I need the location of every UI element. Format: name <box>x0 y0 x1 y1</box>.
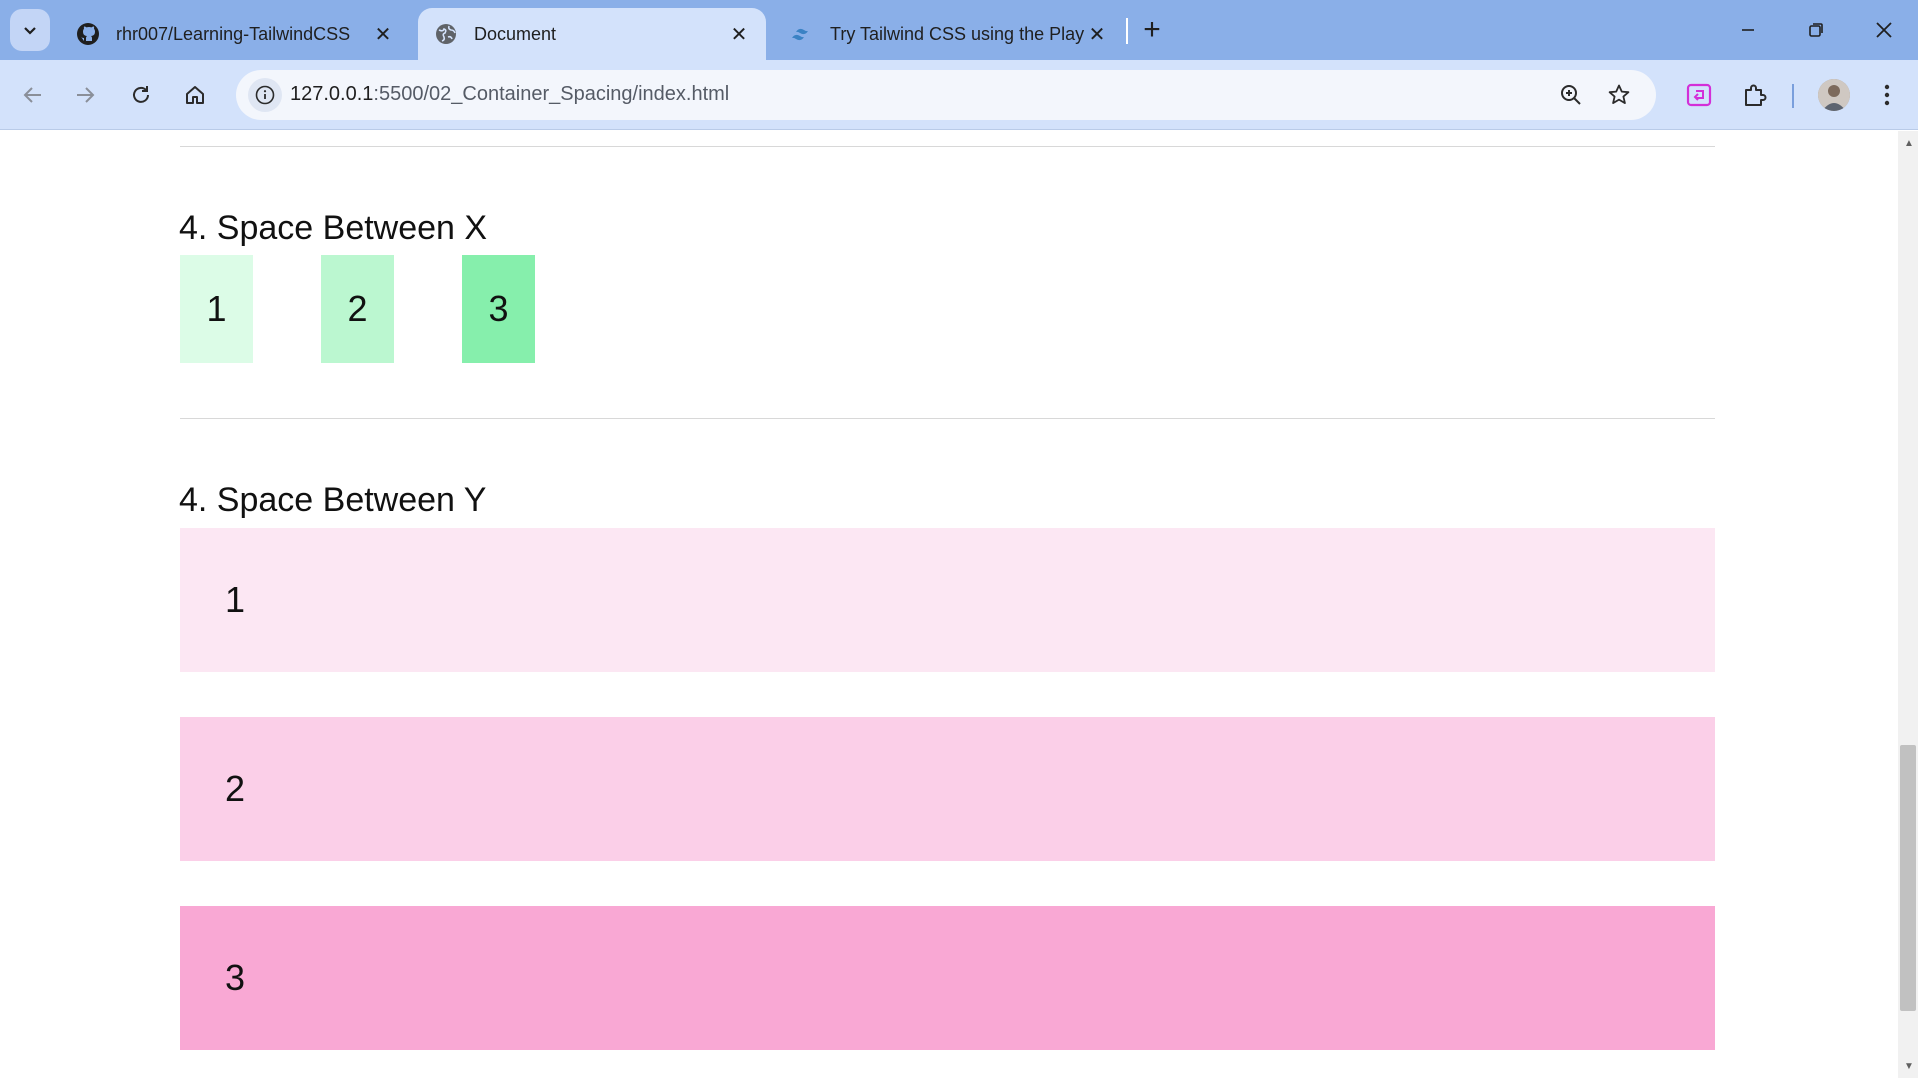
forward-button[interactable] <box>66 76 104 114</box>
section-title-space-y: 4. Space Between Y <box>179 481 487 519</box>
bookmark-button[interactable] <box>1604 80 1634 110</box>
scrollbar-thumb[interactable] <box>1900 745 1916 1011</box>
zoom-button[interactable] <box>1556 80 1586 110</box>
toolbar-divider <box>1792 84 1794 108</box>
extensions-button[interactable] <box>1736 76 1774 114</box>
url-host: 127.0.0.1 <box>290 83 374 105</box>
tab-search-button[interactable] <box>10 9 50 51</box>
plus-icon: + <box>1143 13 1161 46</box>
tailwind-icon <box>790 22 814 46</box>
space-y-box: 2 <box>180 717 1715 861</box>
close-icon <box>1876 22 1892 38</box>
arrow-right-icon <box>77 87 95 103</box>
globe-icon <box>434 22 458 46</box>
tab-title: Document <box>474 23 557 44</box>
url-text[interactable]: 127.0.0.1:5500/02_Container_Spacing/inde… <box>290 83 729 106</box>
info-icon <box>255 85 275 105</box>
back-button[interactable] <box>14 76 52 114</box>
space-y-box: 1 <box>180 528 1715 672</box>
reload-icon <box>133 86 149 103</box>
minimize-button[interactable] <box>1714 0 1782 60</box>
space-x-box: 2 <box>321 255 394 363</box>
close-tab-icon[interactable]: ✕ <box>372 23 394 46</box>
site-info-button[interactable] <box>248 78 282 112</box>
minimize-icon <box>1742 29 1754 31</box>
menu-button[interactable] <box>1868 76 1906 114</box>
star-icon <box>1608 84 1630 104</box>
home-button[interactable] <box>176 76 214 114</box>
space-x-box: 3 <box>462 255 535 363</box>
tab-separator <box>1126 18 1128 44</box>
close-tab-icon[interactable]: ✕ <box>1086 23 1108 46</box>
space-x-box: 1 <box>180 255 253 363</box>
avatar-icon <box>1818 79 1850 111</box>
space-y-box: 3 <box>180 906 1715 1050</box>
chevron-down-icon <box>24 27 36 35</box>
divider <box>180 418 1715 419</box>
home-icon <box>186 86 204 104</box>
tab-document[interactable]: Document ✕ <box>418 8 766 60</box>
cast-extension-icon <box>1686 83 1712 107</box>
box-label: 3 <box>225 957 246 998</box>
close-window-button[interactable] <box>1850 0 1918 60</box>
profile-avatar[interactable] <box>1818 79 1850 111</box>
tab-title: Try Tailwind CSS using the Play <box>830 23 1085 44</box>
reload-button[interactable] <box>122 76 160 114</box>
restore-button[interactable] <box>1782 0 1850 60</box>
browser-toolbar: 127.0.0.1:5500/02_Container_Spacing/inde… <box>0 60 1918 130</box>
tab-strip: rhr007/Learning-TailwindCSS ✕ Document ✕… <box>0 0 1918 60</box>
zoom-icon <box>1561 85 1581 105</box>
restore-icon <box>1809 23 1823 37</box>
divider <box>180 146 1715 147</box>
page-viewport: 4. Space Between X 1 2 3 4. Space Betwee… <box>0 131 1898 1078</box>
section-title-space-x: 4. Space Between X <box>179 209 488 247</box>
github-icon <box>76 22 100 46</box>
extension-cast-button[interactable] <box>1680 76 1718 114</box>
tab-tailwind-play[interactable]: Try Tailwind CSS using the Play ✕ <box>774 8 1124 60</box>
more-vert-icon <box>1884 84 1890 106</box>
arrow-left-icon <box>23 87 41 103</box>
scroll-down-arrow[interactable]: ▼ <box>1903 1060 1915 1072</box>
new-tab-button[interactable]: + <box>1136 13 1168 46</box>
tab-github[interactable]: rhr007/Learning-TailwindCSS ✕ <box>60 8 410 60</box>
scroll-up-arrow[interactable]: ▲ <box>1903 137 1915 149</box>
tab-title: rhr007/Learning-TailwindCSS <box>116 23 351 44</box>
box-label: 1 <box>206 288 227 329</box>
box-label: 3 <box>488 288 509 329</box>
box-label: 1 <box>225 579 246 620</box>
url-path: :5500/02_Container_Spacing/index.html <box>373 83 730 105</box>
close-tab-icon[interactable]: ✕ <box>728 23 750 46</box>
box-label: 2 <box>225 768 246 809</box>
box-label: 2 <box>347 288 368 329</box>
address-bar[interactable]: 127.0.0.1:5500/02_Container_Spacing/inde… <box>236 70 1656 120</box>
puzzle-icon <box>1745 84 1767 106</box>
